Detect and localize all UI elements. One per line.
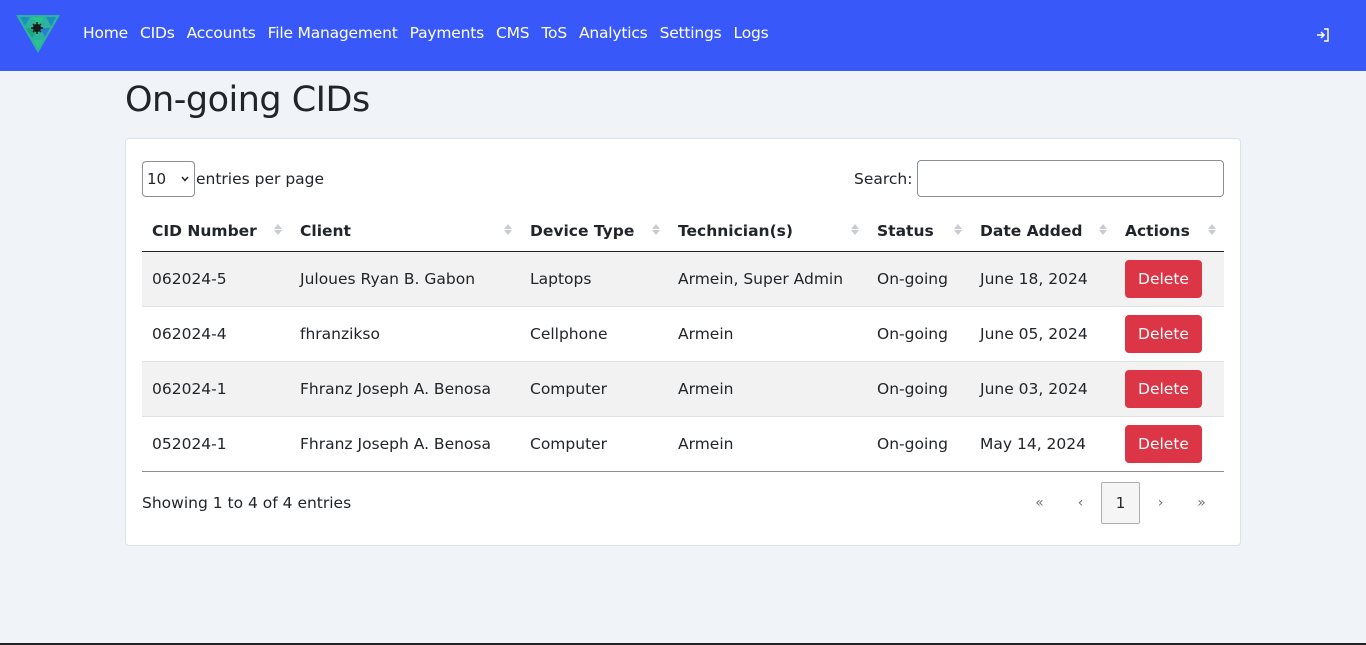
cell-device-type: Laptops — [520, 251, 668, 307]
first-page-button[interactable]: « — [1019, 482, 1060, 524]
table-row: 062024-5 Juloues Ryan B. Gabon Laptops A… — [142, 251, 1224, 307]
sort-icon — [851, 224, 859, 235]
cell-technicians: Armein, Super Admin — [668, 251, 867, 307]
navbar: Home CIDs Accounts File Management Payme… — [0, 0, 1366, 71]
cell-cid-number: 052024-1 — [142, 416, 290, 472]
cell-cid-number: 062024-4 — [142, 306, 290, 362]
cell-cid-number: 062024-1 — [142, 361, 290, 417]
cell-date-added: June 18, 2024 — [970, 251, 1115, 307]
search-input[interactable] — [917, 160, 1224, 197]
delete-button[interactable]: Delete — [1125, 369, 1202, 408]
nav-home[interactable]: Home — [83, 24, 128, 42]
page-title: On-going CIDs — [125, 80, 370, 120]
cell-device-type: Computer — [520, 416, 668, 472]
nav-links: Home CIDs Accounts File Management Payme… — [83, 24, 769, 42]
table-header-row: CID Number Client Device Type Technician… — [142, 211, 1224, 252]
cell-client: Fhranz Joseph A. Benosa — [290, 416, 520, 472]
cell-technicians: Armein — [668, 361, 867, 417]
next-page-button[interactable]: › — [1140, 482, 1181, 524]
cell-client: Fhranz Joseph A. Benosa — [290, 361, 520, 417]
search-label: Search: — [854, 170, 913, 188]
nav-cms[interactable]: CMS — [496, 24, 530, 42]
sort-icon — [1099, 224, 1107, 235]
cell-client: Juloues Ryan B. Gabon — [290, 251, 520, 307]
nav-settings[interactable]: Settings — [660, 24, 722, 42]
nav-file-management[interactable]: File Management — [268, 24, 398, 42]
delete-button[interactable]: Delete — [1125, 424, 1202, 463]
cell-device-type: Cellphone — [520, 306, 668, 362]
sort-icon — [274, 224, 282, 235]
cell-date-added: June 05, 2024 — [970, 306, 1115, 362]
cell-technicians: Armein — [668, 416, 867, 472]
cell-actions: Delete — [1115, 361, 1224, 417]
cell-date-added: June 03, 2024 — [970, 361, 1115, 417]
page-1-button[interactable]: 1 — [1101, 482, 1140, 524]
col-cid-number[interactable]: CID Number — [142, 211, 290, 252]
col-actions[interactable]: Actions — [1115, 211, 1224, 252]
delete-button[interactable]: Delete — [1125, 259, 1202, 298]
pagination: « ‹ 1 › » — [1019, 482, 1222, 524]
cell-actions: Delete — [1115, 416, 1224, 472]
previous-page-button[interactable]: ‹ — [1060, 482, 1101, 524]
nav-analytics[interactable]: Analytics — [579, 24, 648, 42]
cell-date-added: May 14, 2024 — [970, 416, 1115, 472]
col-status[interactable]: Status — [867, 211, 970, 252]
cell-status: On-going — [867, 251, 970, 307]
col-device-type[interactable]: Device Type — [520, 211, 668, 252]
cell-status: On-going — [867, 306, 970, 362]
table-row: 062024-4 fhranzikso Cellphone Armein On-… — [142, 306, 1224, 362]
cell-device-type: Computer — [520, 361, 668, 417]
col-client[interactable]: Client — [290, 211, 520, 252]
cell-status: On-going — [867, 416, 970, 472]
table-row: 052024-1 Fhranz Joseph A. Benosa Compute… — [142, 416, 1224, 472]
cell-technicians: Armein — [668, 306, 867, 362]
nav-logs[interactable]: Logs — [734, 24, 769, 42]
sort-icon — [954, 224, 962, 235]
cell-client: fhranzikso — [290, 306, 520, 362]
cell-actions: Delete — [1115, 251, 1224, 307]
entries-per-page-value: 10 — [147, 170, 167, 188]
sort-icon — [1208, 224, 1216, 235]
col-technicians[interactable]: Technician(s) — [668, 211, 867, 252]
nav-cids[interactable]: CIDs — [140, 24, 175, 42]
sort-icon — [504, 224, 512, 235]
nav-payments[interactable]: Payments — [410, 24, 485, 42]
nav-tos[interactable]: ToS — [541, 24, 567, 42]
cids-card: 10 entries per page Search: CID Number C… — [125, 138, 1241, 546]
last-page-button[interactable]: » — [1181, 482, 1222, 524]
cell-actions: Delete — [1115, 306, 1224, 362]
entries-per-page-label: entries per page — [196, 170, 325, 188]
chevron-down-icon — [181, 176, 189, 182]
table-info: Showing 1 to 4 of 4 entries — [142, 494, 352, 512]
cids-table: CID Number Client Device Type Technician… — [142, 211, 1224, 472]
cell-status: On-going — [867, 361, 970, 417]
logout-icon[interactable] — [1316, 28, 1330, 42]
nav-accounts[interactable]: Accounts — [187, 24, 256, 42]
col-date-added[interactable]: Date Added — [970, 211, 1115, 252]
table-row: 062024-1 Fhranz Joseph A. Benosa Compute… — [142, 361, 1224, 417]
sort-icon — [652, 224, 660, 235]
cell-cid-number: 062024-5 — [142, 251, 290, 307]
delete-button[interactable]: Delete — [1125, 314, 1202, 353]
entries-per-page-select[interactable]: 10 — [142, 161, 195, 197]
logo-icon[interactable] — [16, 15, 60, 55]
